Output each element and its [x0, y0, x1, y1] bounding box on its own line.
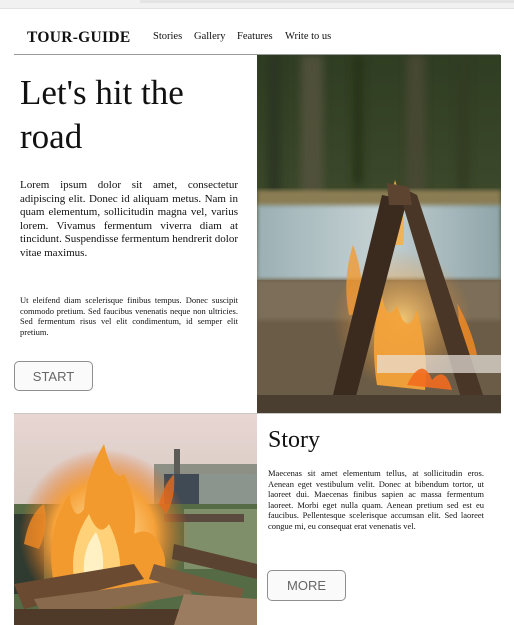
nav-link-stories[interactable]: Stories: [153, 31, 182, 42]
hero-paragraph-2: Ut eleifend diam scelerisque finibus tem…: [20, 295, 238, 337]
hero-section: Let's hit the road Lorem ipsum dolor sit…: [14, 55, 257, 414]
browser-top-strip: [0, 0, 514, 9]
nav-link-gallery[interactable]: Gallery: [194, 31, 226, 42]
hero-title: Let's hit the road: [20, 73, 184, 156]
bonfire-image: [14, 414, 257, 625]
nav-link-write-to-us[interactable]: Write to us: [285, 31, 331, 42]
start-button[interactable]: START: [14, 361, 93, 391]
nav-link-features[interactable]: Features: [237, 31, 273, 42]
more-button[interactable]: MORE: [267, 570, 346, 601]
campfire-forest-image: [257, 55, 501, 414]
story-paragraph: Maecenas sit amet elementum tellus, at s…: [268, 468, 484, 531]
brand-logo[interactable]: TOUR-GUIDE: [27, 29, 130, 47]
hero-paragraph-1: Lorem ipsum dolor sit amet, consectetur …: [20, 179, 238, 259]
browser-tab-bar: [140, 0, 514, 3]
story-section: Story Maecenas sit amet elementum tellus…: [257, 414, 501, 625]
story-title: Story: [268, 427, 321, 453]
site-header: TOUR-GUIDE Stories Gallery Features Writ…: [14, 26, 500, 55]
